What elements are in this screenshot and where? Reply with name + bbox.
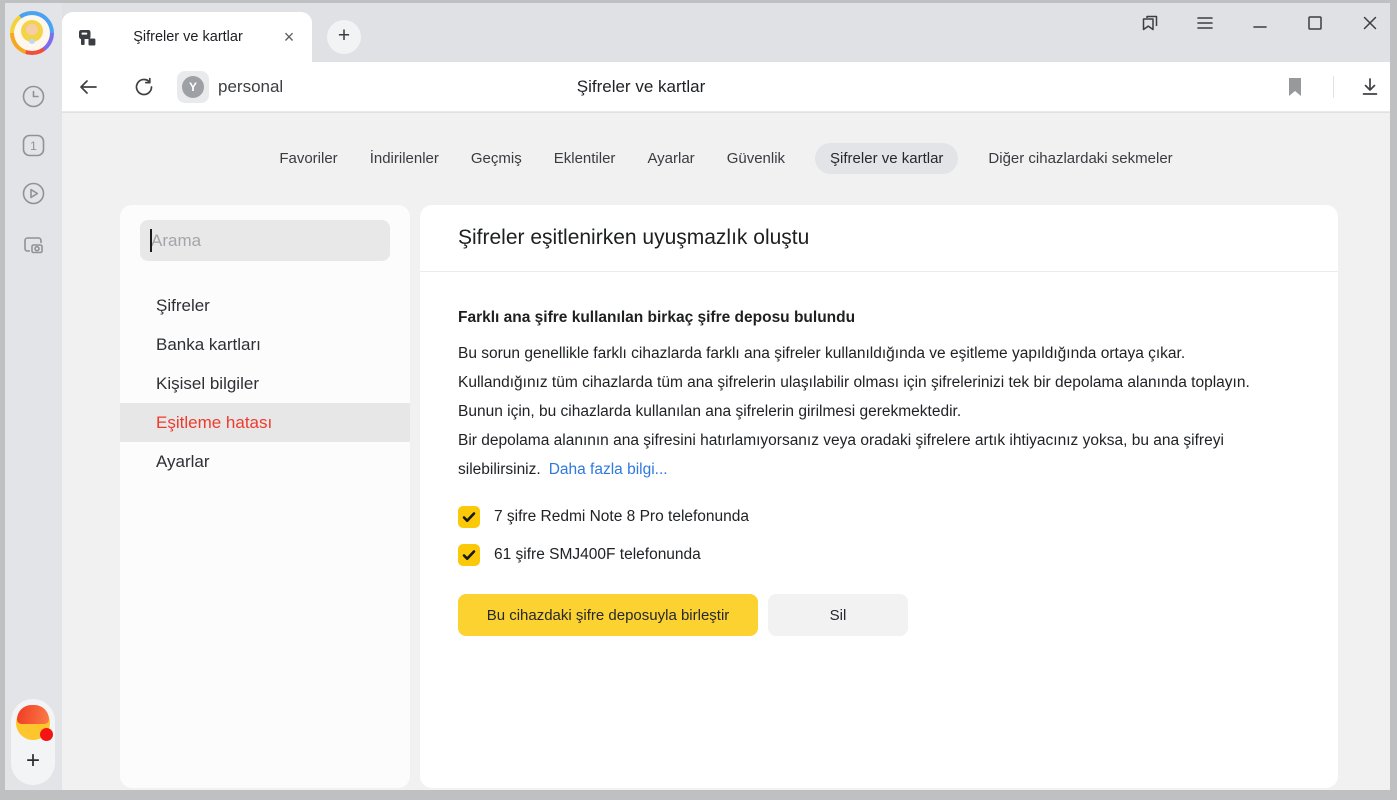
bookmark-icon[interactable] xyxy=(1283,75,1307,99)
passwords-sidebar-panel: Şifreler Banka kartları Kişisel bilgiler… xyxy=(120,205,410,788)
svg-text:1: 1 xyxy=(30,139,37,153)
add-app-button[interactable]: + xyxy=(11,745,55,779)
nav-gecmis[interactable]: Geçmiş xyxy=(469,143,524,174)
nav-sifreler-ve-kartlar[interactable]: Şifreler ve kartlar xyxy=(815,143,958,174)
tabs-counter-icon[interactable]: 1 xyxy=(18,130,48,160)
sidebar-item-esitleme-hatasi[interactable]: Eşitleme hatası xyxy=(120,403,410,442)
nav-eklentiler[interactable]: Eklentiler xyxy=(552,143,618,174)
sidebar-item-kisisel-bilgiler[interactable]: Kişisel bilgiler xyxy=(120,364,410,403)
sidebar-item-sifreler[interactable]: Şifreler xyxy=(120,286,410,325)
vault-row-redmi: 7 şifre Redmi Note 8 Pro telefonunda xyxy=(458,506,1283,528)
panel-header: Şifreler eşitlenirken uyuşmazlık oluştu xyxy=(420,205,1338,272)
tab-panels-icon[interactable] xyxy=(1138,11,1162,35)
maximize-icon[interactable] xyxy=(1303,11,1327,35)
pinned-apps-pill: + xyxy=(11,699,55,785)
browser-tab[interactable]: Şifreler ve kartlar × xyxy=(62,12,312,62)
nav-ayarlar[interactable]: Ayarlar xyxy=(645,143,696,174)
paragraph-2: Kullandığınız tüm cihazlarda tüm ana şif… xyxy=(458,368,1286,426)
downloads-icon[interactable] xyxy=(1358,75,1382,99)
avatar-girl-image xyxy=(14,15,50,51)
close-window-icon[interactable] xyxy=(1358,11,1382,35)
checkbox-checked-icon[interactable] xyxy=(458,544,480,566)
delete-button[interactable]: Sil xyxy=(768,594,908,636)
play-media-icon[interactable] xyxy=(18,178,48,208)
passwords-key-icon xyxy=(77,27,98,48)
toolbar-divider xyxy=(1333,76,1334,98)
address-toolbar: Y personal Şifreler ve kartlar xyxy=(62,62,1390,112)
user-avatar[interactable] xyxy=(10,11,54,55)
action-buttons: Bu cihazdaki şifre deposuyla birleştir S… xyxy=(458,594,1283,636)
nav-favoriler[interactable]: Favoriler xyxy=(277,143,339,174)
toolbar-page-title: Şifreler ve kartlar xyxy=(491,62,791,112)
profile-badge[interactable]: Y xyxy=(177,71,209,103)
paragraph-1: Bu sorun genellikle farklı cihazlarda fa… xyxy=(458,339,1286,368)
reload-icon[interactable] xyxy=(132,75,156,99)
window-controls xyxy=(1138,11,1382,35)
tab-close-icon[interactable]: × xyxy=(278,26,300,48)
vault-row-smj: 61 şifre SMJ400F telefonunda xyxy=(458,544,1283,566)
left-sidebar-rail: 1 + xyxy=(5,3,62,790)
menu-icon[interactable] xyxy=(1193,11,1217,35)
search-input[interactable] xyxy=(140,220,390,261)
sidebar-menu: Şifreler Banka kartları Kişisel bilgiler… xyxy=(120,286,410,481)
nav-diger-cihazlar[interactable]: Diğer cihazlardaki sekmeler xyxy=(986,143,1174,174)
back-icon[interactable] xyxy=(76,75,100,99)
history-clock-icon[interactable] xyxy=(18,81,48,111)
new-tab-button[interactable]: + xyxy=(327,20,361,54)
sync-conflict-panel: Şifreler eşitlenirken uyuşmazlık oluştu … xyxy=(420,205,1338,788)
vault-label: 7 şifre Redmi Note 8 Pro telefonunda xyxy=(494,508,749,526)
settings-nav: Favoriler İndirilenler Geçmiş Eklentiler… xyxy=(62,141,1390,175)
sidebar-item-banka-kartlari[interactable]: Banka kartları xyxy=(120,325,410,364)
tab-title: Şifreler ve kartlar xyxy=(98,29,278,45)
sidebar-item-ayarlar[interactable]: Ayarlar xyxy=(120,442,410,481)
yandex-app-logo[interactable] xyxy=(16,706,50,740)
merge-button[interactable]: Bu cihazdaki şifre deposuyla birleştir xyxy=(458,594,758,636)
settings-content: Favoriler İndirilenler Geçmiş Eklentiler… xyxy=(62,113,1390,790)
nav-guvenlik[interactable]: Güvenlik xyxy=(725,143,787,174)
screenshot-camera-icon[interactable] xyxy=(18,230,48,260)
yandex-y-icon: Y xyxy=(182,76,204,98)
vault-checkbox-group: 7 şifre Redmi Note 8 Pro telefonunda 61 … xyxy=(458,506,1283,566)
vault-label: 61 şifre SMJ400F telefonunda xyxy=(494,546,701,564)
minimize-icon[interactable] xyxy=(1248,11,1272,35)
more-info-link[interactable]: Daha fazla bilgi... xyxy=(549,461,668,478)
checkbox-checked-icon[interactable] xyxy=(458,506,480,528)
address-bar-text[interactable]: personal xyxy=(218,62,283,112)
browser-window: 1 + Şi xyxy=(0,0,1397,800)
conflict-subtitle: Farklı ana şifre kullanılan birkaç şifre… xyxy=(458,309,1283,327)
text-caret xyxy=(150,229,152,252)
paragraph-3: Bir depolama alanının ana şifresini hatı… xyxy=(458,426,1286,484)
page-title: Şifreler eşitlenirken uyuşmazlık oluştu xyxy=(458,226,809,250)
conflict-description: Bu sorun genellikle farklı cihazlarda fa… xyxy=(458,339,1286,484)
nav-indirilenler[interactable]: İndirilenler xyxy=(368,143,441,174)
